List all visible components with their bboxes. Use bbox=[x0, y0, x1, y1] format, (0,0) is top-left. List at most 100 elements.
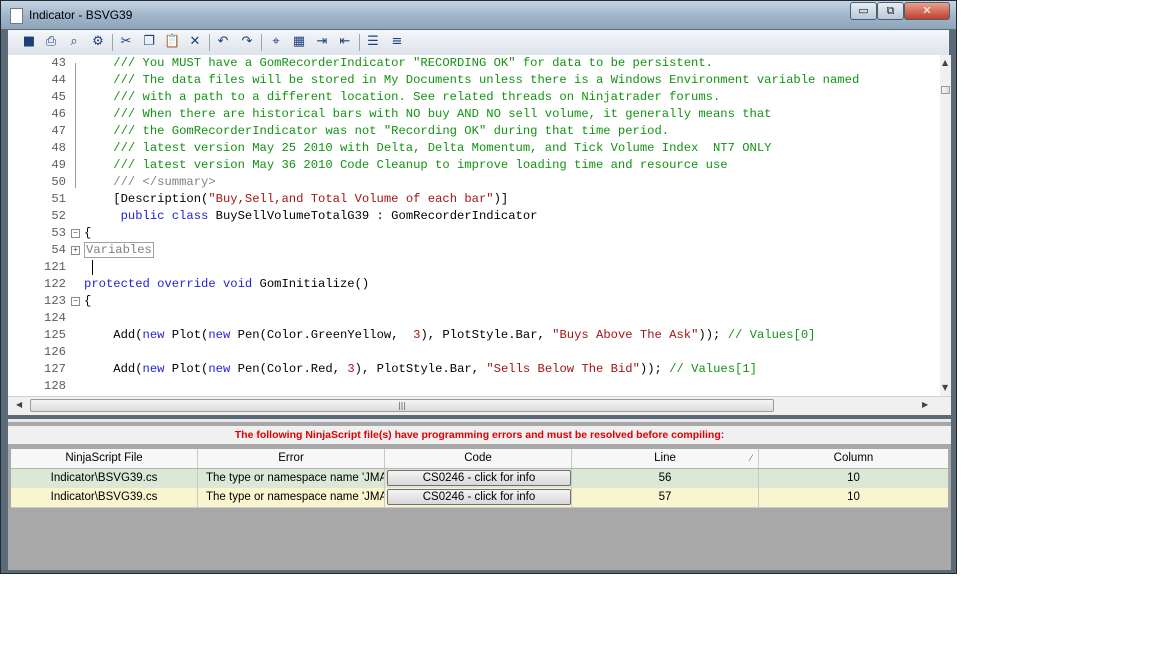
code-line[interactable]: 46 /// When there are historical bars wi… bbox=[8, 106, 933, 123]
code-line[interactable]: 127 Add(new Plot(new Pen(Color.Red, 3), … bbox=[8, 361, 933, 378]
minimize-button[interactable]: ▭ bbox=[850, 2, 877, 20]
title-bar[interactable]: Indicator - BSVG39 ▭ ⧉ ✕ bbox=[1, 1, 956, 29]
column-header-error[interactable]: Error bbox=[198, 449, 385, 468]
code-line[interactable]: 54 + Variables bbox=[8, 242, 933, 259]
code-text: { bbox=[84, 293, 91, 310]
code-line[interactable]: 45 /// with a path to a different locati… bbox=[8, 89, 933, 106]
code-token: new bbox=[142, 362, 165, 376]
find-replace-icon[interactable]: ▦ bbox=[291, 34, 307, 50]
line-number: 46 bbox=[51, 107, 66, 121]
line-number: 123 bbox=[44, 294, 66, 308]
toolbar-separator bbox=[359, 34, 360, 51]
save-icon[interactable]: ■ bbox=[21, 34, 37, 50]
column-header-file[interactable]: NinjaScript File bbox=[11, 449, 198, 468]
code-line[interactable]: 124 bbox=[8, 310, 933, 327]
code-line[interactable]: 50 /// </summary> bbox=[8, 174, 933, 191]
collapsed-region[interactable]: Variables bbox=[84, 242, 154, 258]
close-button[interactable]: ✕ bbox=[904, 2, 950, 20]
find-icon[interactable]: ⌖ bbox=[268, 34, 284, 50]
horizontal-scroll-thumb[interactable]: ||| bbox=[30, 399, 774, 412]
line-number: 49 bbox=[51, 158, 66, 172]
code-line[interactable]: 48 /// latest version May 25 2010 with D… bbox=[8, 140, 933, 157]
code-line[interactable]: 51 [Description("Buy,Sell,and Total Volu… bbox=[8, 191, 933, 208]
code-line[interactable]: 126 bbox=[8, 344, 933, 361]
redo-icon[interactable]: ↷ bbox=[239, 34, 255, 50]
column-header-line-label: Line bbox=[654, 452, 676, 464]
line-number: 47 bbox=[51, 124, 66, 138]
line-number: 121 bbox=[44, 260, 66, 274]
copy-icon[interactable]: ❐ bbox=[141, 34, 157, 50]
line-number: 54 bbox=[51, 243, 66, 257]
code-line[interactable]: 125 Add(new Plot(new Pen(Color.GreenYell… bbox=[8, 327, 933, 344]
line-number: 52 bbox=[51, 209, 66, 223]
code-text: /// The data files will be stored in My … bbox=[84, 72, 859, 89]
code-editor[interactable]: 43 /// You MUST have a GomRecorderIndica… bbox=[8, 55, 951, 396]
text-cursor bbox=[92, 260, 93, 275]
restore-icon: ⧉ bbox=[886, 4, 895, 17]
code-text: protected override void GomInitialize() bbox=[84, 276, 369, 293]
toolbar: ■ ⎙ ⌕ ⚙ ✂ ❐ 📋 ✕ ↶ ↷ ⌖ ▦ ⇥ ⇤ ☰ ≡ bbox=[8, 30, 949, 56]
expand-icon[interactable]: + bbox=[71, 246, 80, 255]
scroll-up-icon[interactable]: ▲ bbox=[942, 58, 948, 67]
vertical-scroll-thumb[interactable] bbox=[941, 86, 950, 94]
error-row[interactable]: Indicator\BSVG39.cs The type or namespac… bbox=[11, 469, 948, 489]
comment-icon[interactable]: ☰ bbox=[365, 34, 381, 50]
error-file: Indicator\BSVG39.cs bbox=[11, 488, 198, 507]
error-row[interactable]: Indicator\BSVG39.cs The type or namespac… bbox=[11, 488, 948, 508]
line-number: 125 bbox=[44, 328, 66, 342]
code-token: { bbox=[84, 294, 92, 308]
scroll-down-icon[interactable]: ▼ bbox=[942, 383, 948, 392]
line-number: 53 bbox=[51, 226, 66, 240]
error-code-button[interactable]: CS0246 - click for info bbox=[387, 489, 571, 505]
error-grid-header: NinjaScript File Error Code Line ⁄ Column bbox=[11, 449, 948, 469]
collapse-icon[interactable]: − bbox=[71, 297, 80, 306]
code-token: "Buys Above The Ask" bbox=[552, 328, 699, 342]
column-header-column[interactable]: Column bbox=[759, 449, 948, 468]
uncomment-icon[interactable]: ≡ bbox=[389, 34, 405, 50]
cut-icon[interactable]: ✂ bbox=[118, 34, 134, 50]
page-setup-icon[interactable]: ⚙ bbox=[90, 34, 106, 50]
code-line[interactable]: 53−{ bbox=[8, 225, 933, 242]
code-line[interactable]: 52 public class BuySellVolumeTotalG39 : … bbox=[8, 208, 933, 225]
undo-icon[interactable]: ↶ bbox=[215, 34, 231, 50]
code-line[interactable]: 43 /// You MUST have a GomRecorderIndica… bbox=[8, 55, 933, 72]
code-text: { bbox=[84, 225, 91, 242]
error-code-button[interactable]: CS0246 - click for info bbox=[387, 470, 571, 486]
code-text: /// You MUST have a GomRecorderIndicator… bbox=[84, 55, 713, 72]
line-number: 44 bbox=[51, 73, 66, 87]
code-token: /// You MUST have a GomRecorderIndicator… bbox=[84, 56, 713, 70]
code-token: public class bbox=[120, 209, 209, 223]
code-token: GomInitialize() bbox=[252, 277, 370, 291]
code-token: BuySellVolumeTotalG39 : GomRecorderIndic… bbox=[208, 209, 538, 223]
scroll-right-icon[interactable]: ▶ bbox=[922, 400, 928, 409]
print-icon[interactable]: ⎙ bbox=[43, 34, 59, 50]
scroll-left-icon[interactable]: ◀ bbox=[16, 400, 22, 409]
code-token: ), PlotStyle.Bar, bbox=[420, 328, 553, 342]
code-line[interactable]: 128 bbox=[8, 378, 933, 395]
horizontal-scrollbar[interactable]: ◀ ||| ▶ bbox=[8, 396, 951, 415]
outdent-icon[interactable]: ⇤ bbox=[337, 34, 353, 50]
column-header-line[interactable]: Line ⁄ bbox=[572, 449, 759, 468]
error-column: 10 bbox=[847, 472, 860, 484]
maximize-button[interactable]: ⧉ bbox=[877, 2, 904, 20]
print-preview-icon[interactable]: ⌕ bbox=[66, 34, 82, 50]
code-line[interactable]: 44 /// The data files will be stored in … bbox=[8, 72, 933, 89]
code-line[interactable]: 122 protected override void GomInitialize… bbox=[8, 276, 933, 293]
code-line[interactable]: 47 /// the GomRecorderIndicator was not … bbox=[8, 123, 933, 140]
code-text: [Description("Buy,Sell,and Total Volume … bbox=[84, 191, 508, 208]
code-token: /// latest version May 25 2010 with Delt… bbox=[84, 141, 772, 155]
code-text: Add(new Plot(new Pen(Color.GreenYellow, … bbox=[84, 327, 815, 344]
code-token: new bbox=[142, 328, 165, 342]
code-line[interactable]: 121 bbox=[8, 259, 933, 276]
vertical-scrollbar[interactable]: ▲ ▼ bbox=[940, 55, 951, 396]
delete-icon[interactable]: ✕ bbox=[187, 34, 203, 50]
column-header-code[interactable]: Code bbox=[385, 449, 572, 468]
paste-icon[interactable]: 📋 bbox=[164, 34, 180, 50]
code-line[interactable]: 49 /// latest version May 36 2010 Code C… bbox=[8, 157, 933, 174]
line-number: 43 bbox=[51, 56, 66, 70]
collapse-icon[interactable]: − bbox=[71, 229, 80, 238]
code-token: { bbox=[84, 226, 92, 240]
indent-icon[interactable]: ⇥ bbox=[314, 34, 330, 50]
code-line[interactable]: 123−{ bbox=[8, 293, 933, 310]
